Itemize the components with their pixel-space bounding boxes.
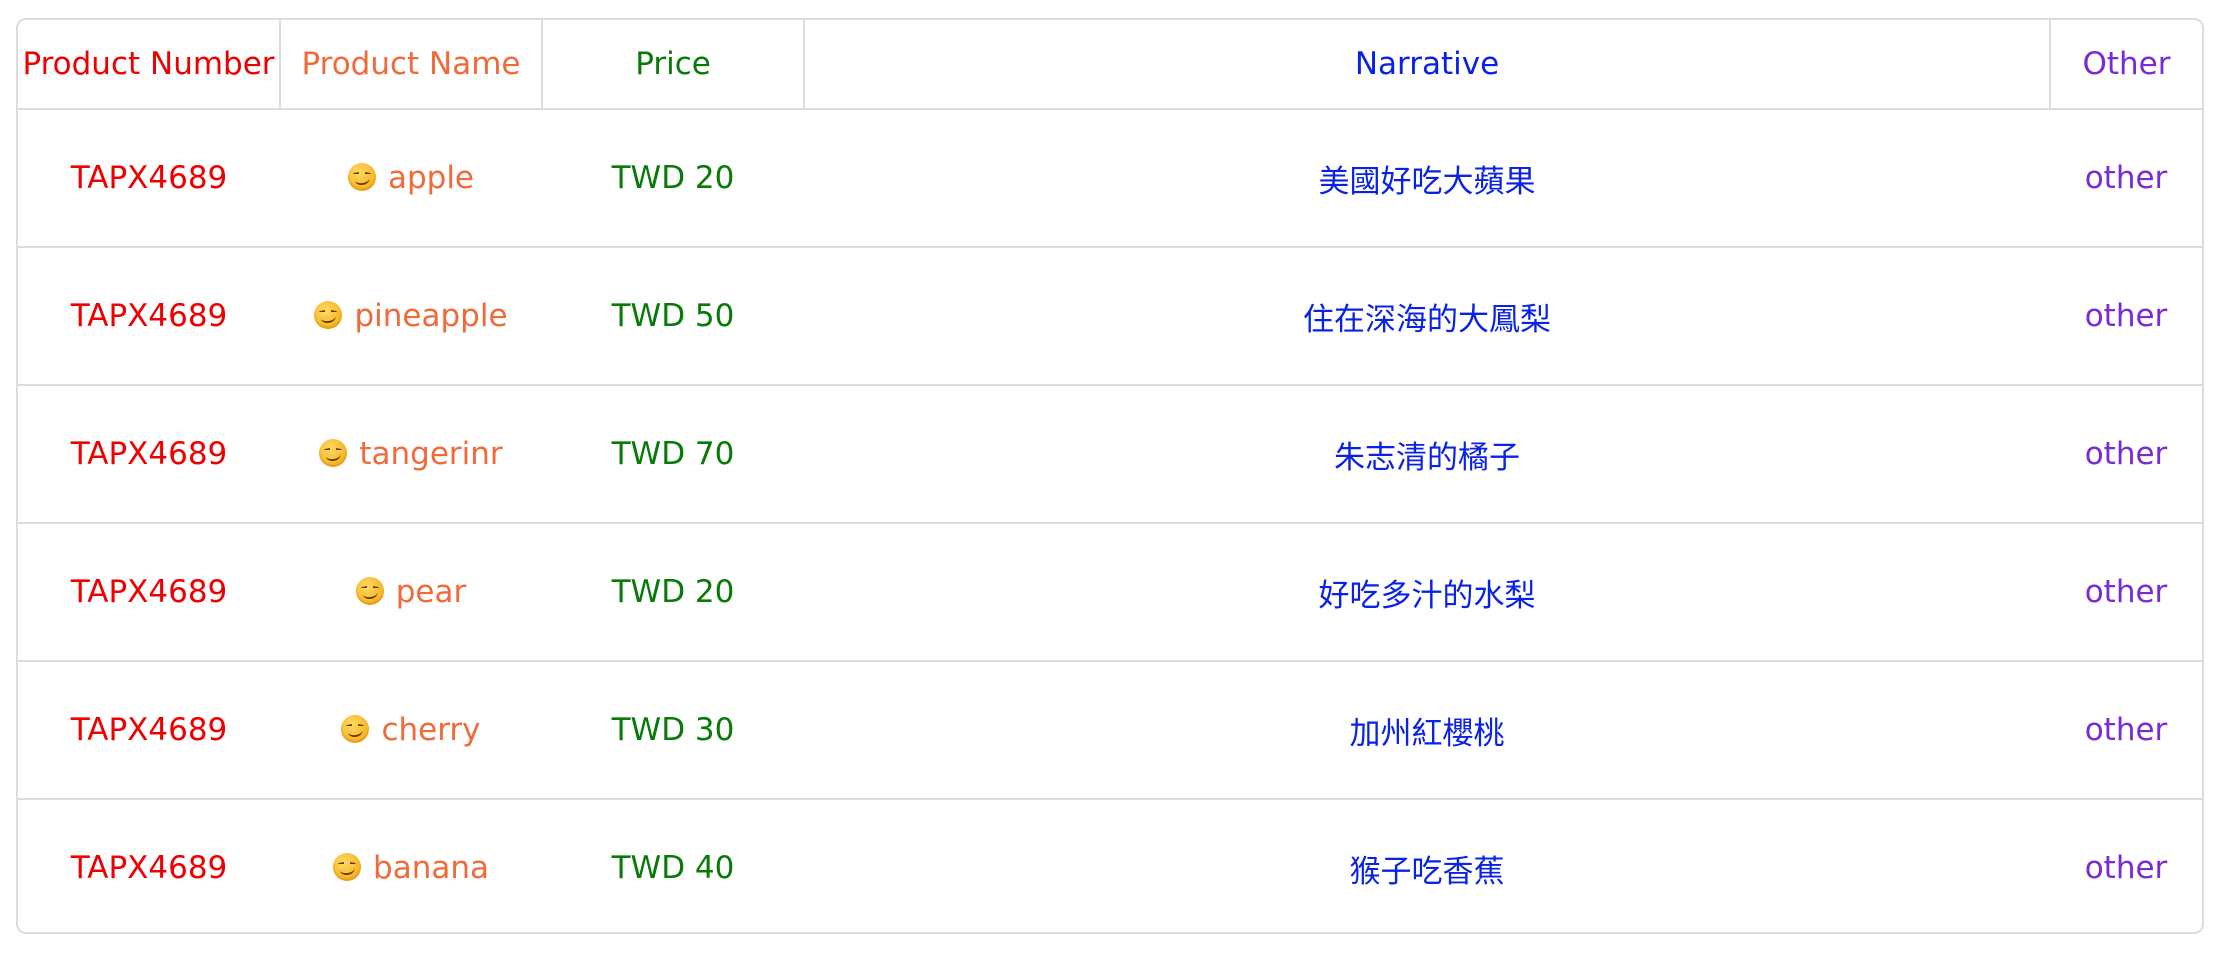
cell-price: TWD 70 bbox=[542, 385, 804, 524]
smirking-face-icon bbox=[347, 163, 376, 191]
cell-product-number: TAPX4689 bbox=[70, 850, 228, 886]
product-table-container: Product Number Product Name Price Narrat… bbox=[16, 18, 2204, 934]
product-name-text: pineapple bbox=[354, 298, 508, 334]
cell-narrative: 好吃多汁的水梨 bbox=[804, 523, 2050, 662]
header-narrative: Narrative bbox=[804, 20, 2051, 110]
cell-price: TWD 20 bbox=[542, 523, 804, 662]
cell-price: TWD 40 bbox=[611, 850, 735, 886]
cell-other: other bbox=[2050, 661, 2202, 800]
header-other: Other bbox=[2050, 20, 2202, 110]
table-body: TAPX4689 apple TWD 20 美國好吃大蘋果 other TAPX… bbox=[18, 109, 2202, 932]
cell-product-number: TAPX4689 bbox=[18, 109, 280, 248]
cell-other: other bbox=[2050, 247, 2202, 386]
cell-other: other bbox=[2050, 523, 2202, 662]
cell-product-number: TAPX4689 bbox=[18, 385, 280, 524]
table-header: Product Number Product Name Price Narrat… bbox=[18, 20, 2202, 110]
product-name-text: cherry bbox=[381, 712, 481, 748]
product-name-text: pear bbox=[395, 574, 467, 610]
cell-price: TWD 30 bbox=[542, 661, 804, 800]
cell-product-number: TAPX4689 bbox=[18, 523, 280, 662]
cell-product-number: TAPX4689 bbox=[18, 247, 280, 386]
product-name-text: banana bbox=[373, 850, 489, 886]
cell-other: other bbox=[2050, 385, 2202, 524]
cell-product-name: cherry bbox=[280, 661, 542, 800]
cell-narrative: 美國好吃大蘋果 bbox=[804, 109, 2050, 248]
cell-narrative: 朱志清的橘子 bbox=[804, 385, 2050, 524]
cell-product-name: pineapple bbox=[280, 247, 542, 386]
cell-product-number: TAPX4689 bbox=[18, 661, 280, 800]
smirking-face-icon bbox=[333, 853, 362, 881]
cell-price: TWD 50 bbox=[542, 247, 804, 386]
header-row: Product Number Product Name Price Narrat… bbox=[18, 20, 2202, 110]
cell-price: TWD 20 bbox=[542, 109, 804, 248]
table-row: TAPX4689 pear TWD 20 好吃多汁的水梨 other bbox=[18, 523, 2202, 662]
smirking-face-icon bbox=[355, 577, 384, 605]
cell-product-name: banana bbox=[280, 799, 542, 932]
cell-other: other bbox=[2084, 850, 2168, 886]
product-table: Product Number Product Name Price Narrat… bbox=[18, 20, 2202, 932]
product-name-text: apple bbox=[387, 160, 475, 196]
smirking-face-icon bbox=[319, 439, 348, 467]
cell-other: other bbox=[2050, 109, 2202, 248]
cell-product-name: pear bbox=[280, 523, 542, 662]
header-product-number: Product Number bbox=[18, 20, 281, 110]
cell-product-name: apple bbox=[280, 109, 542, 248]
cell-narrative: 住在深海的大鳳梨 bbox=[804, 247, 2050, 386]
table-row: TAPX4689 tangerinr TWD 70 朱志清的橘子 other bbox=[18, 385, 2202, 524]
table-row: TAPX4689 apple TWD 20 美國好吃大蘋果 other bbox=[18, 109, 2202, 248]
table-row: TAPX4689 pineapple TWD 50 住在深海的大鳳梨 other bbox=[18, 247, 2202, 386]
product-name-text: tangerinr bbox=[359, 436, 503, 472]
header-product-name: Product Name bbox=[280, 20, 543, 110]
cell-product-name: tangerinr bbox=[280, 385, 542, 524]
cell-narrative: 加州紅櫻桃 bbox=[804, 661, 2050, 800]
table-row: TAPX4689 banana TWD 40 猴子吃香蕉 other bbox=[18, 799, 2202, 932]
smirking-face-icon bbox=[314, 301, 343, 329]
header-price: Price bbox=[542, 20, 805, 110]
smirking-face-icon bbox=[341, 715, 370, 743]
table-row: TAPX4689 cherry TWD 30 加州紅櫻桃 other bbox=[18, 661, 2202, 800]
cell-narrative: 猴子吃香蕉 bbox=[1349, 853, 1505, 890]
